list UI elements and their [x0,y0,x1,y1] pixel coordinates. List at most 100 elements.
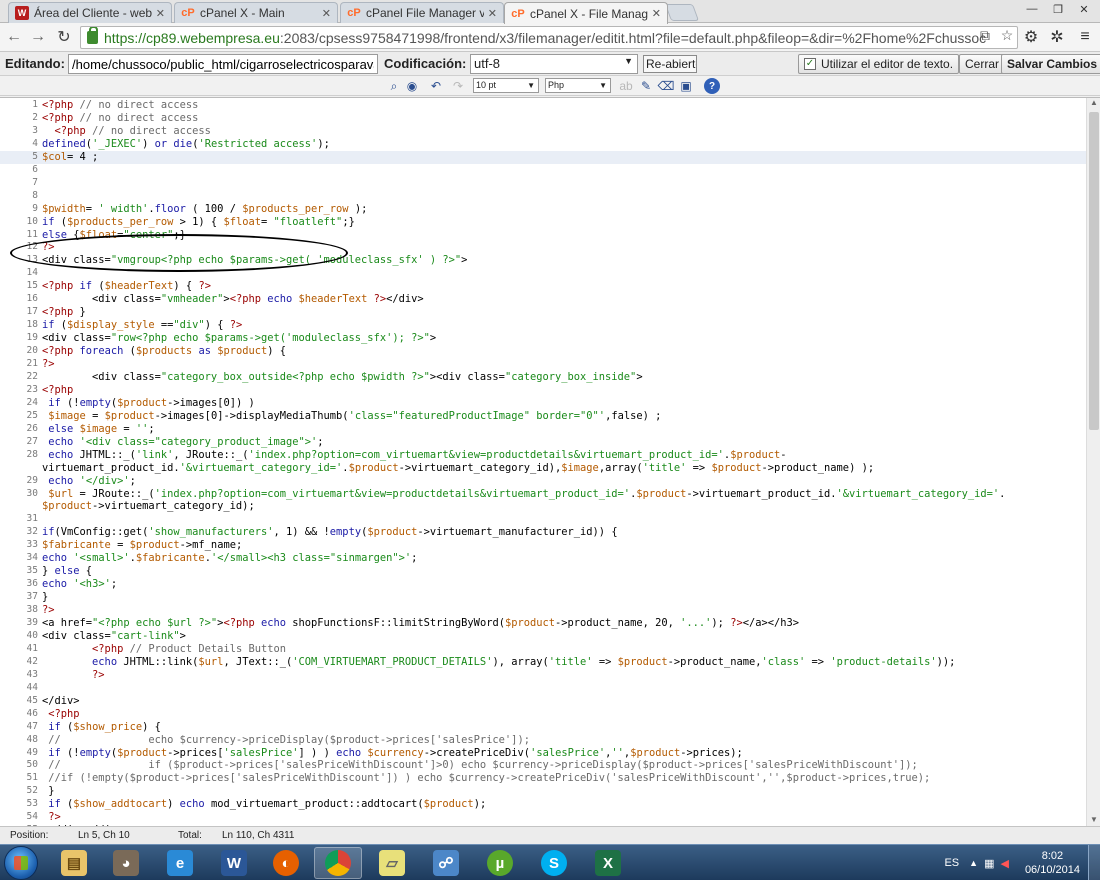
code-line[interactable]: 41 <?php // Product Details Button [0,643,1086,656]
code-line[interactable]: 34 echo '<small>'.$fabricante.'</small><h… [0,552,1086,565]
taskbar-explorer[interactable]: ▤ [50,847,98,879]
code-line[interactable]: 12 ?> [0,241,1086,254]
use-text-editor-button[interactable]: ✓ Utilizar el editor de texto. [798,54,960,74]
code-line[interactable]: 18 if ($display_style =="div") { ?> [0,319,1086,332]
tab-cpanel-file-manager[interactable]: cP cPanel X - File Manager ✕ [504,2,668,24]
volume-muted-icon[interactable]: ◀ [1000,857,1008,870]
binoculars-search-icon[interactable]: ⌕ [386,78,402,94]
code-line[interactable]: 17 <?php } [0,306,1086,319]
code-line[interactable]: 35} else { [0,565,1086,578]
goto-line-icon[interactable]: ◉ [404,78,420,94]
file-path-field[interactable] [68,54,378,74]
taskbar-excel[interactable]: X [584,847,632,879]
fullscreen-icon[interactable]: ▣ [678,78,694,94]
code-line[interactable]: 38 ?> [0,604,1086,617]
scrollbar-thumb[interactable] [1089,112,1099,430]
code-line[interactable]: 1 <?php // no direct access [0,99,1086,112]
code-line[interactable]: 14 [0,267,1086,280]
code-editor[interactable]: 1 <?php // no direct access 2 <?php // no d… [0,97,1100,826]
close-icon[interactable]: ✕ [488,7,497,20]
close-icon[interactable]: ✕ [322,7,331,20]
code-line[interactable]: 16 <div class="vmheader"><?php echo $hea… [0,293,1086,306]
code-line[interactable]: 6 [0,164,1086,177]
code-line[interactable]: 30 $url = JRoute::_('index.php?option=co… [0,488,1086,501]
code-line[interactable]: 2 <?php // no direct access [0,112,1086,125]
code-line[interactable]: 24 if (!empty($product->images[0]) ) [0,397,1086,410]
code-line[interactable]: 20 <?php foreach ($products as $product) … [0,345,1086,358]
code-line[interactable]: 52 } [0,785,1086,798]
code-line[interactable]: 21 ?> [0,358,1086,371]
code-line[interactable]: 3 <?php // no direct access [0,125,1086,138]
code-line[interactable]: 25 $image = $product->images[0]->display… [0,410,1086,423]
code-line[interactable]: 49 if (!empty($product->prices['salesPri… [0,747,1086,760]
taskbar-chrome[interactable] [314,847,362,879]
code-line[interactable]: 31 [0,513,1086,526]
taskbar-utorrent[interactable]: µ [476,847,524,879]
syntax-select[interactable]: Php ▼ [545,78,611,93]
tab-area-cliente[interactable]: W Área del Cliente - webemp ✕ [8,2,172,23]
font-size-select[interactable]: 10 pt ▼ [473,78,539,93]
reload-icon[interactable]: ↻ [54,27,74,47]
tray-expand-icon[interactable]: ▲ [969,858,978,868]
code-line[interactable]: 22 <div class="category_box_outside<?php… [0,371,1086,384]
code-line[interactable]: 11 else {$float="center";} [0,229,1086,242]
code-line[interactable]: 15 <?php if ($headerText) { ?> [0,280,1086,293]
code-line[interactable]: virtuemart_product_id.'&virtuemart_categ… [0,462,1086,475]
network-icon[interactable]: ▦ [984,857,994,870]
code-line[interactable]: 40 <div class="cart-link"> [0,630,1086,643]
code-line[interactable]: 42 echo JHTML::link($url, JText::_('COM_… [0,656,1086,669]
code-line[interactable]: 28 echo JHTML::_('link', JRoute::_('inde… [0,449,1086,462]
code-line[interactable]: 46 <?php [0,708,1086,721]
taskbar-firefox[interactable]: ◐ [262,847,310,879]
code-line[interactable]: $product->virtuemart_category_id); [0,500,1086,513]
page-action-icon[interactable]: ⧉ [976,26,994,44]
restore-icon[interactable]: ❐ [1046,0,1070,18]
code-line[interactable]: 13 <div class="vmgroup<?php echo $params-… [0,254,1086,267]
code-line[interactable]: 36 echo '<h3>'; [0,578,1086,591]
code-line[interactable]: 5 $col= 4 ; [0,150,1086,164]
edit-pen-icon[interactable]: ✎ [638,78,654,94]
back-arrow-icon[interactable]: ← [4,27,24,47]
close-icon[interactable]: ✕ [156,7,165,20]
language-indicator[interactable]: ES [944,857,959,869]
code-line[interactable]: 47 if ($show_price) { [0,721,1086,734]
extension-gear-icon[interactable]: ⚙ [1020,27,1042,47]
new-tab-button[interactable] [664,4,700,21]
code-line[interactable]: 19 <div class="row<?php echo $params->get… [0,332,1086,345]
highlight-icon[interactable]: ab [618,78,634,94]
code-line[interactable]: 29 echo '</div>'; [0,475,1086,488]
code-line[interactable]: 26 else $image = ''; [0,423,1086,436]
forward-arrow-icon[interactable]: → [28,27,48,47]
bookmark-star-icon[interactable]: ☆ [998,26,1016,44]
eraser-icon[interactable]: ⌫ [658,78,675,94]
scroll-down-icon[interactable]: ▼ [1087,815,1100,826]
code-line[interactable]: 45 </div> [0,695,1086,708]
minimize-icon[interactable]: — [1020,0,1044,18]
address-bar[interactable]: https://cp89.webempresa.eu :2083/cpsess9… [80,26,1018,49]
code-line[interactable]: 39 <a href="<?php echo $url ?>"><?php ech… [0,617,1086,630]
taskbar-word[interactable]: W [210,847,258,879]
tab-cpanel-file-manager-v3[interactable]: cP cPanel File Manager v3 ✕ [340,2,504,23]
scroll-up-icon[interactable]: ▲ [1087,98,1100,110]
code-line[interactable]: 23 <?php [0,384,1086,397]
taskbar-internet-explorer[interactable]: e [156,847,204,879]
code-line[interactable]: 51 //if (!empty($product->prices['salesP… [0,772,1086,785]
code-line[interactable]: 44 [0,682,1086,695]
menu-icon[interactable]: ≡ [1074,27,1096,47]
save-changes-button[interactable]: Salvar Cambios [1001,54,1100,74]
taskbar-skype[interactable]: S [530,847,578,879]
code-line[interactable]: 8 [0,190,1086,203]
clock[interactable]: 8:02 06/10/2014 [1025,849,1080,877]
code-line[interactable]: 27 echo '<div class="category_product_im… [0,436,1086,449]
close-button[interactable]: Cerrar [959,54,1006,74]
taskbar-sticky-notes[interactable]: ▱ [368,847,416,879]
extension-bug-icon[interactable]: ✲ [1046,27,1068,47]
redo-icon[interactable]: ↷ [450,78,466,94]
code-line[interactable]: 7 [0,177,1086,190]
code-line[interactable]: 50 // if ($product->prices['salesPriceWi… [0,759,1086,772]
code-line[interactable]: 37} [0,591,1086,604]
undo-icon[interactable]: ↶ [428,78,444,94]
code-line[interactable]: 43 ?> [0,669,1086,682]
tab-cpanel-main[interactable]: cP cPanel X - Main ✕ [174,2,338,23]
code-line[interactable]: 32 if(VmConfig::get('show_manufacturers',… [0,526,1086,539]
